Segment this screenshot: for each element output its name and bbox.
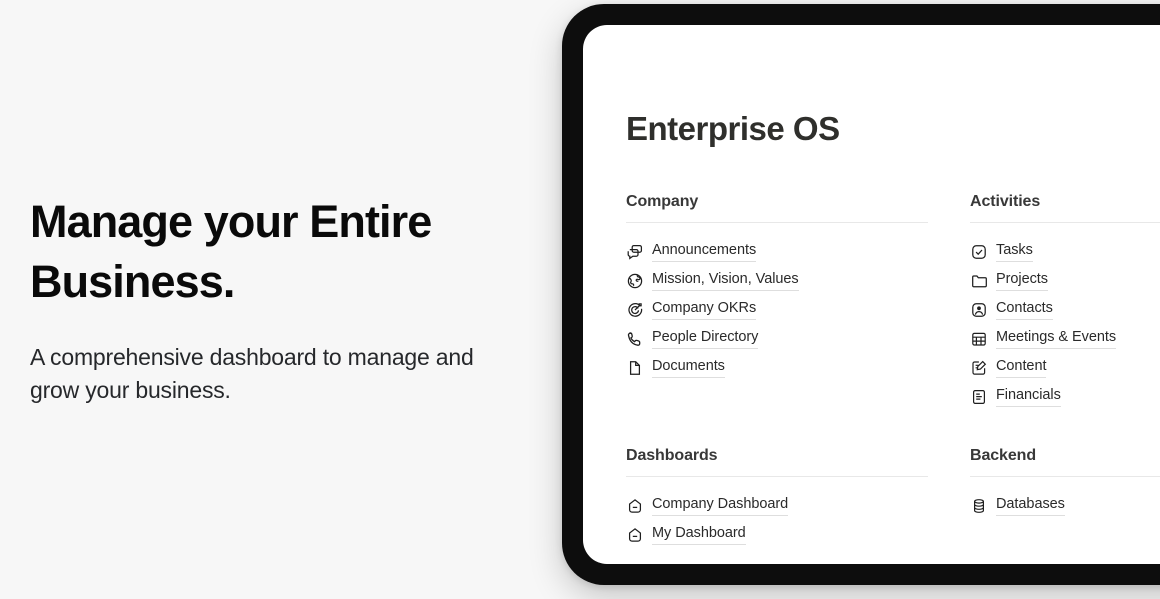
contact-card-icon: [970, 301, 987, 318]
link-label: Financials: [996, 386, 1061, 407]
announcement-icon: [626, 243, 643, 260]
link-financials[interactable]: Financials: [970, 382, 1160, 411]
device-frame: Enterprise OS Company Announcements Miss…: [562, 4, 1160, 585]
calendar-icon: [970, 330, 987, 347]
section-title-company: Company: [626, 193, 699, 210]
target-icon: [626, 301, 643, 318]
gauge-icon: [626, 526, 643, 543]
app-content: Enterprise OS Company Announcements Miss…: [626, 25, 1160, 564]
link-label: Company Dashboard: [652, 495, 788, 516]
page-title: Manage your Entire Business.: [30, 196, 432, 307]
link-tasks[interactable]: Tasks: [970, 237, 1160, 266]
link-list-backend: Databases: [970, 477, 1160, 520]
link-label: Documents: [652, 357, 725, 378]
globe-icon: [626, 272, 643, 289]
link-announcements[interactable]: Announcements: [626, 237, 928, 266]
link-label: Projects: [996, 270, 1048, 291]
link-list-company: Announcements Mission, Vision, Values Co…: [626, 223, 928, 382]
hero-subtitle: A comprehensive dashboard to manage and …: [30, 344, 474, 403]
link-label: Tasks: [996, 241, 1033, 262]
link-people-directory[interactable]: People Directory: [626, 324, 928, 353]
link-label: People Directory: [652, 328, 758, 349]
report-icon: [970, 388, 987, 405]
section-title-dashboards: Dashboards: [626, 447, 718, 464]
link-company-okrs[interactable]: Company OKRs: [626, 295, 928, 324]
section-company: Company Announcements Mission, Vision, V…: [626, 193, 928, 411]
link-label: My Dashboard: [652, 524, 746, 545]
link-meetings-events[interactable]: Meetings & Events: [970, 324, 1160, 353]
section-dashboards: Dashboards Company Dashboard My Dashboar…: [626, 447, 928, 549]
section-title-activities: Activities: [970, 193, 1041, 210]
edit-document-icon: [970, 359, 987, 376]
section-title-backend: Backend: [970, 447, 1036, 464]
database-icon: [970, 497, 987, 514]
document-icon: [626, 359, 643, 376]
check-circle-icon: [970, 243, 987, 260]
link-contacts[interactable]: Contacts: [970, 295, 1160, 324]
link-label: Announcements: [652, 241, 756, 262]
link-list-activities: Tasks Projects Contacts Meetings & Event…: [970, 223, 1160, 411]
link-label: Contacts: [996, 299, 1053, 320]
link-label: Content: [996, 357, 1046, 378]
section-activities: Activities Tasks Projects Contacts Meeti…: [970, 193, 1160, 411]
link-label: Company OKRs: [652, 299, 756, 320]
link-label: Mission, Vision, Values: [652, 270, 799, 291]
link-list-dashboards: Company Dashboard My Dashboard: [626, 477, 928, 549]
link-label: Databases: [996, 495, 1065, 516]
section-backend: Backend Databases: [970, 447, 1160, 549]
sections-grid: Company Announcements Mission, Vision, V…: [626, 193, 1160, 549]
link-my-dashboard[interactable]: My Dashboard: [626, 520, 928, 549]
hero-panel: Manage your Entire Business. A comprehen…: [0, 0, 560, 599]
app-title: Enterprise OS: [626, 110, 840, 147]
link-documents[interactable]: Documents: [626, 353, 928, 382]
phone-icon: [626, 330, 643, 347]
link-label: Meetings & Events: [996, 328, 1116, 349]
link-projects[interactable]: Projects: [970, 266, 1160, 295]
folder-icon: [970, 272, 987, 289]
link-databases[interactable]: Databases: [970, 491, 1160, 520]
link-company-dashboard[interactable]: Company Dashboard: [626, 491, 928, 520]
link-content[interactable]: Content: [970, 353, 1160, 382]
device-screen: Enterprise OS Company Announcements Miss…: [583, 25, 1160, 564]
gauge-icon: [626, 497, 643, 514]
link-mission-vision-values[interactable]: Mission, Vision, Values: [626, 266, 928, 295]
